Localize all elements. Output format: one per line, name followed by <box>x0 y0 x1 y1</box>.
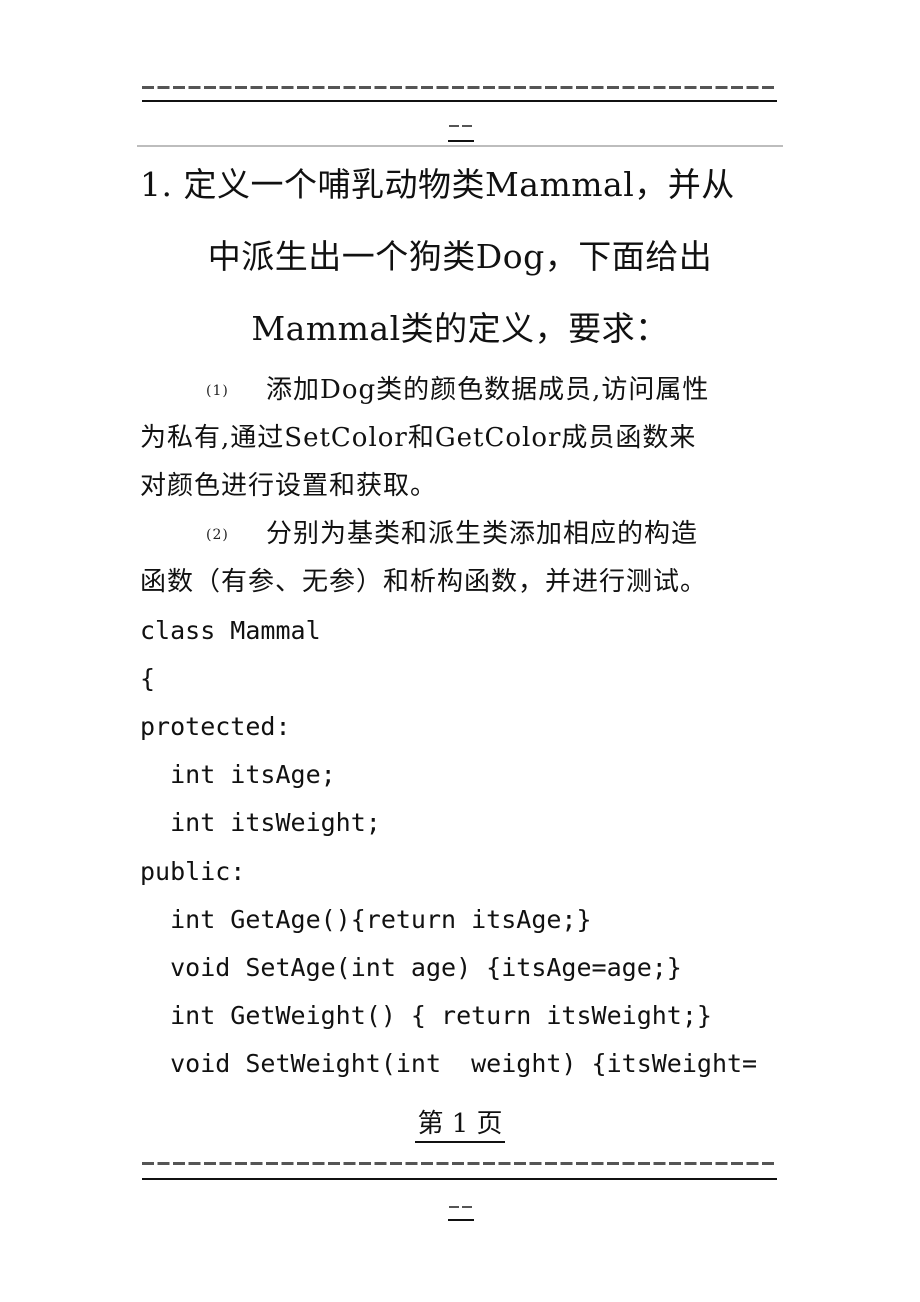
code-line: int itsAge; <box>140 760 336 789</box>
code-line: void SetWeight(int weight) {itsWeight= <box>140 1049 758 1078</box>
requirement-2-text-1: 分别为基类和派生类添加相应的构造 <box>266 519 699 549</box>
requirement-1-marker: (1) <box>206 383 229 399</box>
requirement-1-line-3: 对颜色进行设置和获取。 <box>140 471 438 501</box>
code-line: int GetAge(){return itsAge;} <box>140 905 592 934</box>
question-title-line-1: 1. 定义一个哺乳动物类Mammal，并从 <box>140 165 735 204</box>
code-line: protected: <box>140 712 291 741</box>
question-title-line-3: Mammal类的定义，要求： <box>251 309 669 348</box>
code-line: void SetAge(int age) {itsAge=age;} <box>140 953 682 982</box>
code-line: int itsWeight; <box>140 808 381 837</box>
header-mini-dash <box>449 125 473 127</box>
header-mini-underline <box>448 140 474 142</box>
requirement-2-line-2: 函数（有参、无参）和析构函数，并进行测试。 <box>140 567 708 597</box>
requirement-2-line-1: (2) 分别为基类和派生类添加相应的构造 <box>140 510 785 559</box>
code-line: { <box>140 664 156 693</box>
header-solid-rule <box>142 100 777 102</box>
footer-dashed-line <box>142 1162 777 1165</box>
page-number: 第 1 页 <box>0 1106 920 1143</box>
header-gray-rule <box>137 145 783 147</box>
footer-mini-underline <box>448 1219 474 1221</box>
footer-solid-rule <box>142 1178 777 1180</box>
requirement-1-line-2: 为私有,通过SetColor和GetColor成员函数来 <box>140 423 697 453</box>
footer-mini-dash <box>449 1206 473 1208</box>
code-line: public: <box>140 857 246 886</box>
question-title-line-2: 中派生出一个狗类Dog，下面给出 <box>207 237 713 276</box>
requirement-1-line-1: (1) 添加Dog类的颜色数据成员,访问属性 <box>140 366 785 415</box>
requirement-2-marker: (2) <box>206 527 229 543</box>
page-number-label: 第 1 页 <box>415 1109 505 1143</box>
requirement-1-text-1: 添加Dog类的颜色数据成员,访问属性 <box>266 375 710 405</box>
code-line: class Mammal <box>140 616 321 645</box>
code-line: int GetWeight() { return itsWeight;} <box>140 1001 712 1030</box>
header-dashed-line <box>142 86 777 89</box>
